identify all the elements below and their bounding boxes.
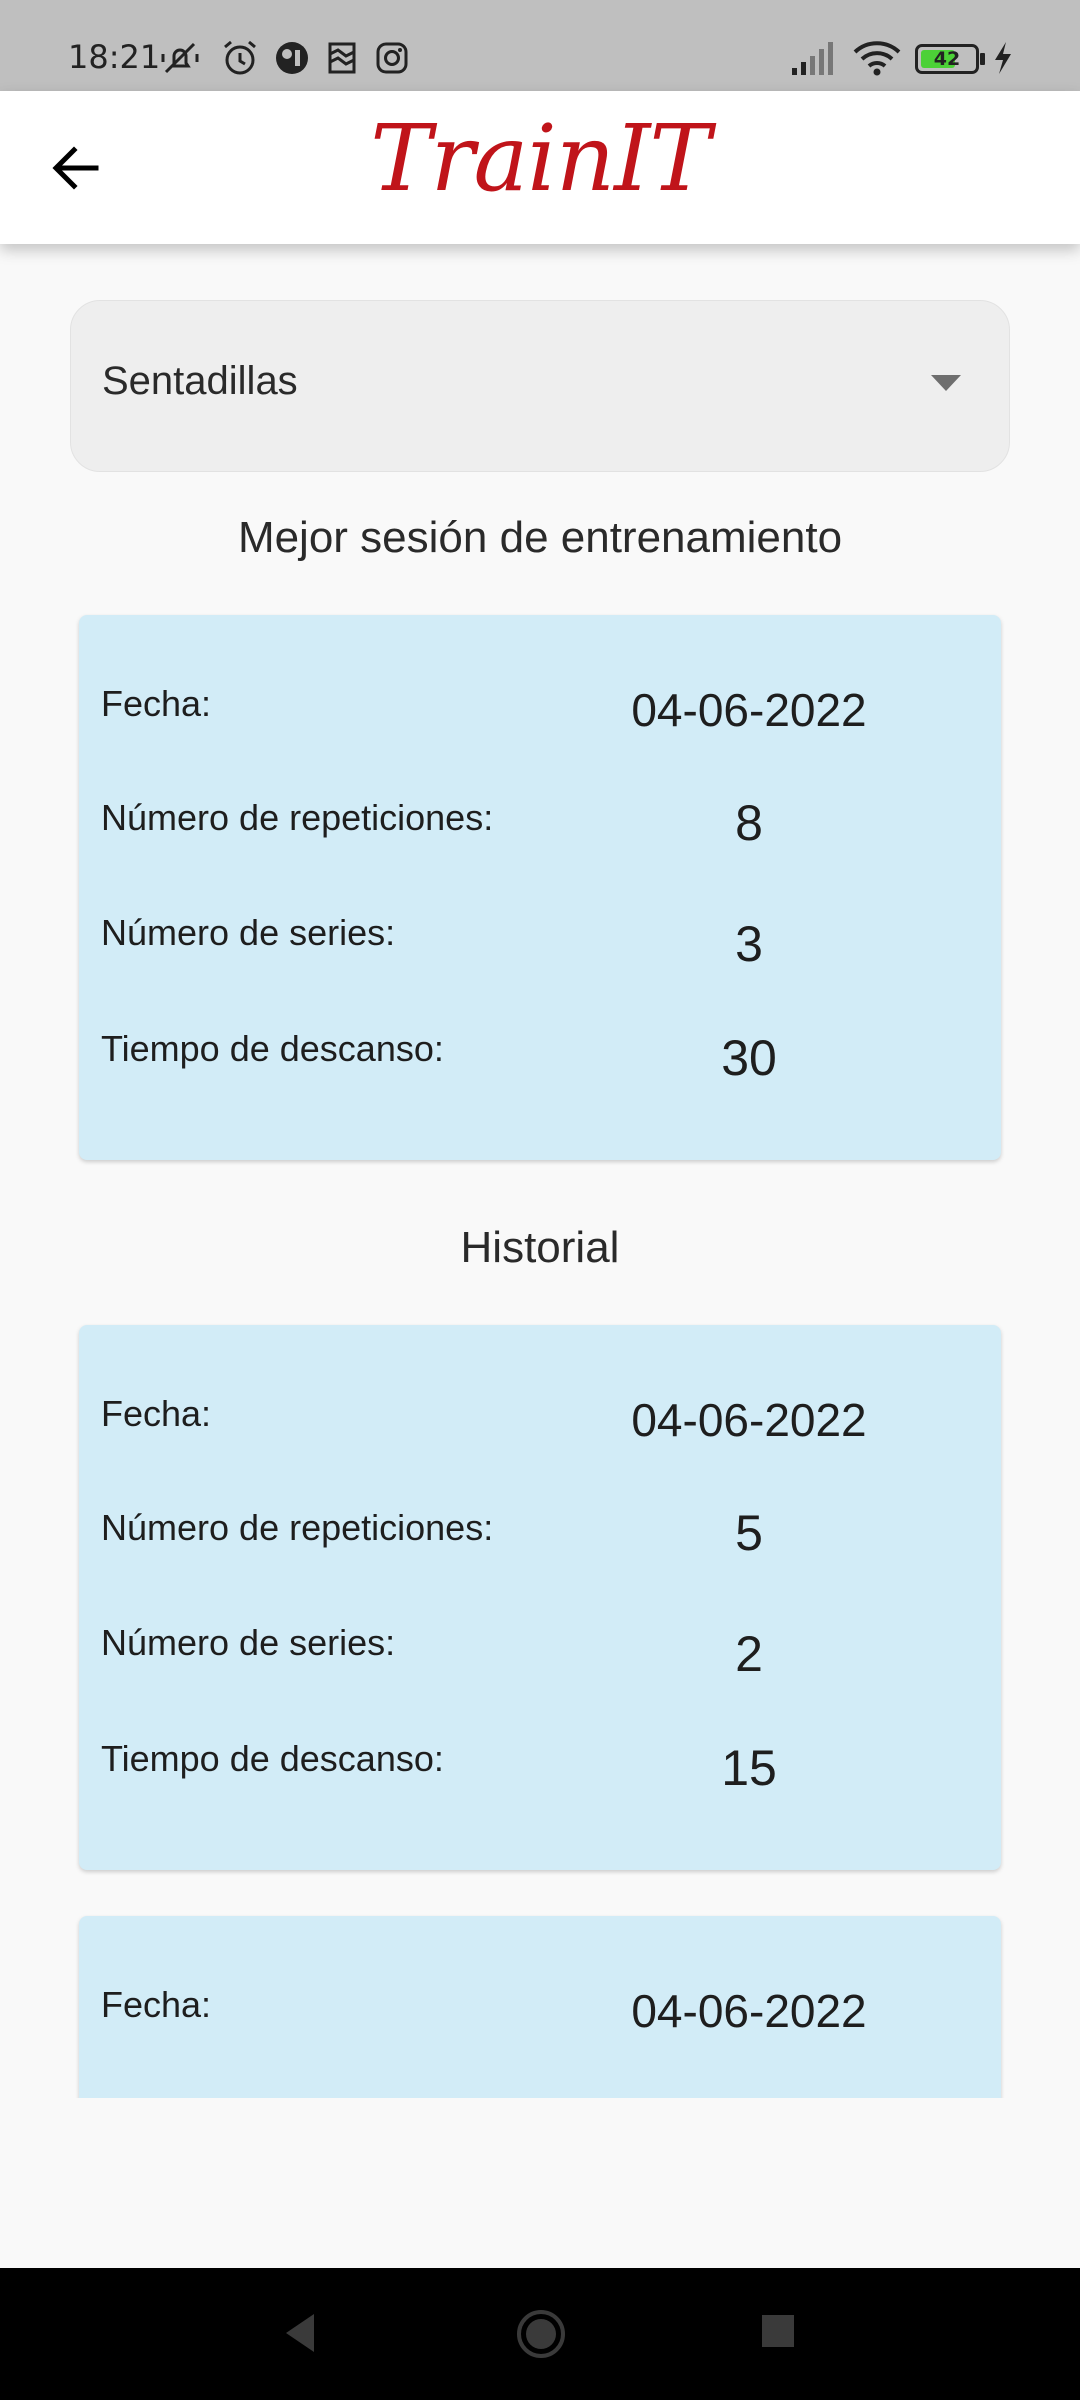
date-label: Fecha: (101, 1984, 212, 2025)
navigation-bar (0, 2268, 1080, 2400)
dropdown-arrow-icon (931, 375, 961, 391)
series-value: 2 (735, 1626, 763, 1682)
repetitions-value: 8 (735, 795, 763, 851)
date-label: Fecha: (101, 1393, 212, 1434)
rest-time-value: 15 (721, 1740, 777, 1796)
wifi-icon (853, 41, 901, 76)
app-bar: TrainIT (0, 91, 1080, 244)
nav-back-icon[interactable] (280, 2308, 320, 2358)
rest-time-label: Tiempo de descanso: (101, 1738, 444, 1779)
charging-icon (995, 42, 1011, 74)
nav-home-icon[interactable] (515, 2308, 567, 2360)
app-title-logo: TrainIT (370, 105, 711, 212)
date-value: 04-06-2022 (631, 1394, 867, 1446)
battery-icon: 42 (915, 44, 979, 74)
series-value: 3 (735, 916, 763, 972)
date-value: 04-06-2022 (631, 684, 867, 736)
exercise-dropdown-value: Sentadillas (102, 359, 298, 403)
repetitions-label: Número de repeticiones: (101, 797, 494, 838)
battery-tip (980, 53, 985, 65)
date-value: 04-06-2022 (631, 1985, 867, 2037)
best-session-card: Fecha: 04-06-2022 Número de repeticiones… (79, 615, 1001, 1160)
scroll-clip (0, 2098, 1080, 2268)
rest-time-value: 30 (721, 1030, 777, 1086)
nav-recents-icon[interactable] (760, 2313, 796, 2349)
best-session-heading: Mejor sesión de entrenamiento (237, 513, 843, 562)
alarm-icon (224, 40, 256, 75)
instagram-icon (376, 42, 408, 74)
battery-level: 42 (933, 48, 961, 70)
rest-time-label: Tiempo de descanso: (101, 1028, 444, 1069)
photo-icon (328, 42, 356, 74)
series-label: Número de series: (101, 912, 396, 953)
signal-icon (792, 42, 833, 75)
status-time: 18:21 (68, 38, 161, 76)
status-bar: 18:21 42 (0, 0, 1080, 91)
muted-vibrate-icon (161, 42, 199, 74)
series-label: Número de series: (101, 1622, 396, 1663)
date-label: Fecha: (101, 683, 212, 724)
exercise-dropdown[interactable]: Sentadillas (70, 300, 1010, 472)
repetitions-value: 5 (735, 1505, 763, 1561)
app-icon (276, 42, 308, 74)
history-card: Fecha: 04-06-2022 Número de repeticiones… (79, 1325, 1001, 1870)
history-heading: Historial (460, 1223, 620, 1272)
repetitions-label: Número de repeticiones: (101, 1507, 494, 1548)
